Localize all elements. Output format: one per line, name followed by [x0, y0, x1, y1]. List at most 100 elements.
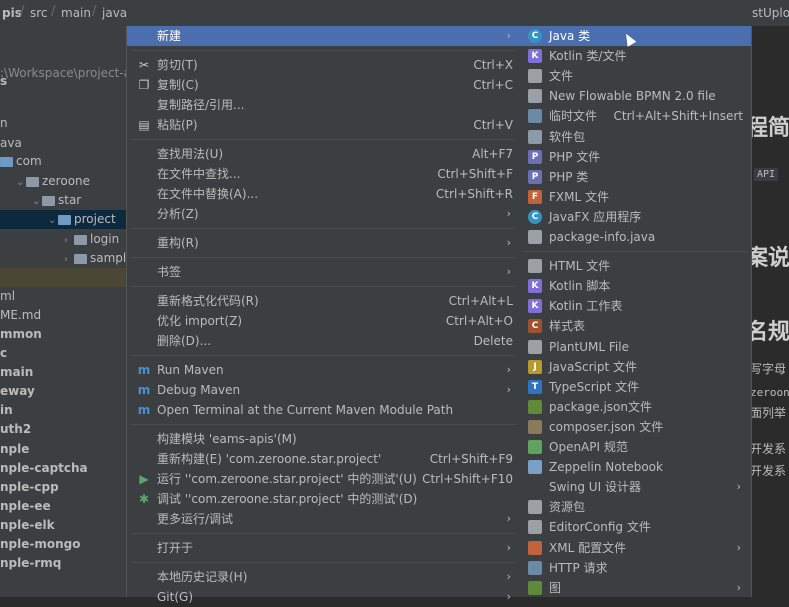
menu-item[interactable]: 在文件中查找... Ctrl+Shift+F: [127, 164, 519, 184]
chevron-right-icon[interactable]: ›: [64, 250, 74, 269]
tree-item-label: nple: [0, 442, 30, 456]
breadcrumb-item[interactable]: src: [30, 6, 48, 20]
submenu-item[interactable]: PlantUML File: [519, 337, 751, 357]
tree-item[interactable]: ⌄ star: [0, 191, 126, 210]
tree-item[interactable]: n: [0, 114, 126, 133]
tree-item[interactable]: eway: [0, 382, 126, 401]
menu-item[interactable]: 打开于 ›: [127, 538, 519, 558]
menu-item[interactable]: 重构(R) ›: [127, 233, 519, 253]
submenu-item[interactable]: 软件包: [519, 127, 751, 147]
breadcrumb-item[interactable]: main: [61, 6, 91, 20]
tree-item[interactable]: in: [0, 401, 126, 420]
tree-item[interactable]: ME.md: [0, 306, 126, 325]
submenu-item[interactable]: EditorConfig 文件: [519, 517, 751, 537]
submenu-item[interactable]: P PHP 文件: [519, 147, 751, 167]
menu-item[interactable]: 删除(D)... Delete: [127, 331, 519, 351]
tree-item[interactable]: s: [0, 72, 126, 91]
submenu-item[interactable]: K Kotlin 类/文件: [519, 46, 751, 66]
menu-item[interactable]: 本地历史记录(H) ›: [127, 567, 519, 587]
submenu-item[interactable]: composer.json 文件: [519, 417, 751, 437]
submenu-item[interactable]: K Kotlin 工作表: [519, 296, 751, 316]
menu-item[interactable]: ✂ 剪切(T) Ctrl+X: [127, 55, 519, 75]
tree-item[interactable]: nple-cpp: [0, 478, 126, 497]
debug-icon: ✱: [138, 492, 150, 506]
submenu-item[interactable]: 图 ›: [519, 578, 751, 598]
submenu-item[interactable]: Zeppelin Notebook: [519, 457, 751, 477]
tree-item[interactable]: nple-mongo: [0, 535, 126, 554]
submenu-item[interactable]: C 样式表: [519, 316, 751, 336]
tree-item[interactable]: ⌄ project: [0, 210, 126, 229]
submenu-item[interactable]: 文件: [519, 66, 751, 86]
submenu-item[interactable]: F FXML 文件: [519, 187, 751, 207]
tree-item[interactable]: › sample: [0, 249, 126, 268]
tree-item[interactable]: ⌄ zeroone: [0, 172, 126, 191]
menu-item[interactable]: m Open Terminal at the Current Maven Modu…: [127, 400, 519, 420]
submenu-item[interactable]: OpenAPI 规范: [519, 437, 751, 457]
submenu-item[interactable]: package.json文件: [519, 397, 751, 417]
submenu-item[interactable]: 资源包: [519, 497, 751, 517]
tree-item[interactable]: ml: [0, 287, 126, 306]
chevron-down-icon[interactable]: ⌄: [48, 211, 58, 230]
submenu-item[interactable]: HTTP 请求: [519, 558, 751, 578]
tree-item-label: main: [0, 365, 34, 379]
tree-item[interactable]: c: [0, 344, 126, 363]
menu-item[interactable]: 书签 ›: [127, 262, 519, 282]
maven-icon: m: [137, 383, 151, 397]
tree-item[interactable]: nple-elk: [0, 516, 126, 535]
tree-item[interactable]: ava: [0, 134, 126, 153]
editor-area[interactable]: 程简 案说 名规 写字母 zeroone.s 面列举 开发系 开发系: [752, 26, 789, 597]
tree-item[interactable]: com: [0, 152, 126, 171]
menu-item[interactable]: m Debug Maven ›: [127, 380, 519, 400]
menu-item[interactable]: 在文件中替换(A)... Ctrl+Shift+R: [127, 184, 519, 204]
tree-item[interactable]: mmon: [0, 325, 126, 344]
top-right-tab-label[interactable]: stUplo: [752, 6, 789, 20]
tree-item[interactable]: main: [0, 363, 126, 382]
tree-item[interactable]: nple: [0, 440, 126, 459]
file-type-icon: [528, 419, 542, 434]
menu-item[interactable]: 重新格式化代码(R) Ctrl+Alt+L: [127, 291, 519, 311]
submenu-item[interactable]: 临时文件 Ctrl+Alt+Shift+Insert: [519, 106, 751, 126]
tree-item[interactable]: [0, 268, 126, 287]
file-type-icon: C: [528, 29, 542, 43]
submenu-item[interactable]: HTML 文件: [519, 256, 751, 276]
file-type-icon: [528, 230, 542, 244]
menu-item[interactable]: 查找用法(U) Alt+F7: [127, 144, 519, 164]
tree-item[interactable]: nple-rmq: [0, 554, 126, 573]
menu-item[interactable]: 优化 import(Z) Ctrl+Alt+O: [127, 311, 519, 331]
menu-item[interactable]: ▤ 粘贴(P) Ctrl+V: [127, 115, 519, 135]
menu-item-label: 构建模块 'eams-apis'(M): [157, 432, 297, 446]
menu-item-shortcut: Ctrl+Shift+F9: [429, 452, 513, 466]
menu-item[interactable]: 构建模块 'eams-apis'(M): [127, 429, 519, 449]
chevron-down-icon[interactable]: ⌄: [16, 173, 26, 192]
menu-divider: [131, 286, 515, 287]
submenu-item[interactable]: New Flowable BPMN 2.0 file: [519, 86, 751, 106]
menu-item[interactable]: ❐ 复制(C) Ctrl+C: [127, 75, 519, 95]
submenu-item[interactable]: J JavaScript 文件: [519, 357, 751, 377]
menu-item[interactable]: 新建 ›: [127, 26, 519, 46]
tree-item[interactable]: nple-ee: [0, 497, 126, 516]
submenu-item[interactable]: XML 配置文件 ›: [519, 538, 751, 558]
submenu-item[interactable]: T TypeScript 文件: [519, 377, 751, 397]
chevron-down-icon[interactable]: ⌄: [32, 192, 42, 211]
chevron-right-icon[interactable]: ›: [64, 231, 74, 250]
submenu-item[interactable]: C JavaFX 应用程序: [519, 207, 751, 227]
submenu-item[interactable]: package-info.java: [519, 227, 751, 247]
breadcrumb-item[interactable]: pis: [2, 6, 22, 20]
menu-item[interactable]: Git(G) ›: [127, 587, 519, 607]
menu-item[interactable]: ✱ 调试 ''com.zeroone.star.project' 中的测试'(D): [127, 489, 519, 509]
menu-item[interactable]: 分析(Z) ›: [127, 204, 519, 224]
submenu-item[interactable]: K Kotlin 脚本: [519, 276, 751, 296]
chevron-right-icon: ›: [736, 480, 741, 494]
submenu-item[interactable]: P PHP 类: [519, 167, 751, 187]
submenu-item[interactable]: C Java 类: [519, 26, 751, 46]
tree-item[interactable]: › login: [0, 230, 126, 249]
tree-item[interactable]: uth2: [0, 420, 126, 439]
menu-item[interactable]: 重新构建(E) 'com.zeroone.star.project' Ctrl+S…: [127, 449, 519, 469]
tree-item[interactable]: nple-captcha: [0, 459, 126, 478]
menu-item[interactable]: ▶ 运行 ''com.zeroone.star.project' 中的测试'(U)…: [127, 469, 519, 489]
menu-item[interactable]: 更多运行/调试 ›: [127, 509, 519, 529]
menu-item[interactable]: 复制路径/引用...: [127, 95, 519, 115]
menu-item[interactable]: m Run Maven ›: [127, 360, 519, 380]
submenu-item[interactable]: Swing UI 设计器 ›: [519, 477, 751, 497]
breadcrumb-item[interactable]: java: [102, 6, 127, 20]
